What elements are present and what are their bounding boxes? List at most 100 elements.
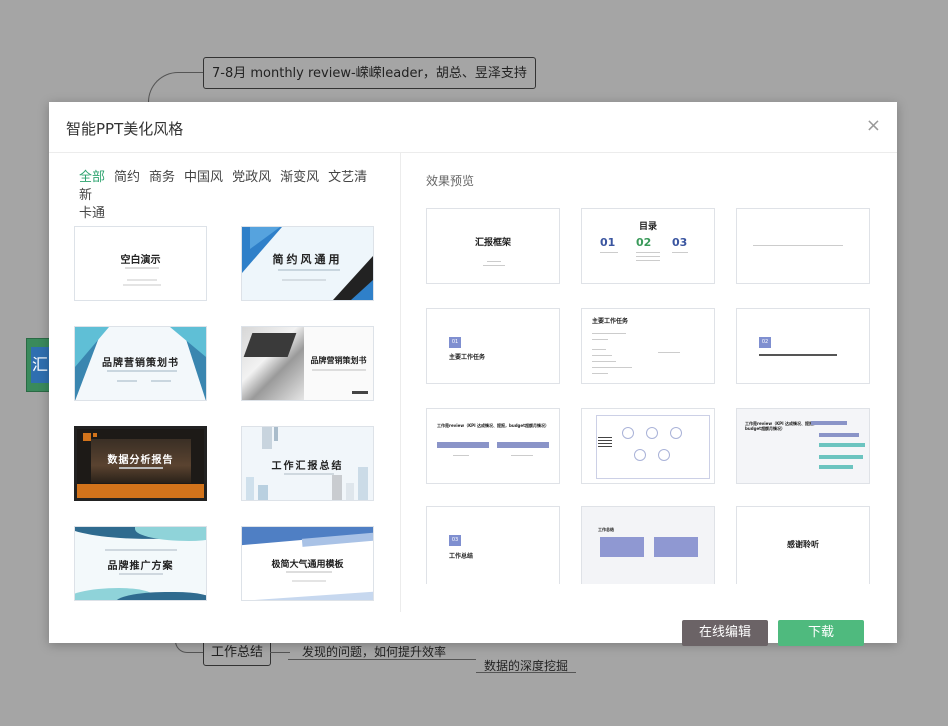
slide-title: 主要工作任务 — [592, 318, 629, 325]
category-tabs: 全部 简约 商务 中国风 党政风 渐变风 文艺清新 卡通 — [79, 169, 379, 223]
template-title: 简约风通用 — [272, 253, 343, 266]
slide-bar — [497, 442, 549, 448]
slide-meta-line — [487, 261, 501, 262]
template-title: 极简大气通用模板 — [271, 560, 344, 570]
tab-party-government[interactable]: 党政风 — [232, 170, 271, 185]
slide-text-line — [636, 252, 660, 253]
slide-title: 工作是review（KPI 达成情况、提报，budget超额月情况） — [437, 423, 550, 428]
template-meta-line — [282, 279, 326, 281]
slide-number-badge: 02 — [759, 337, 771, 348]
slide-number-badge: 01 — [449, 337, 461, 348]
template-minimalist-general[interactable]: 极简大气通用模板 — [241, 526, 374, 601]
slide-number-badge: 03 — [449, 535, 461, 546]
tab-all[interactable]: 全部 — [79, 170, 105, 185]
slide-text-line — [600, 252, 618, 253]
slide-text-line — [759, 354, 837, 356]
template-title: 数据分析报告 — [107, 455, 174, 466]
slide-circle — [634, 449, 646, 461]
slide-text-line — [511, 455, 533, 456]
mindmap-node-top[interactable]: 7-8月 monthly review-嵘嵘leader，胡总、昱泽支持 — [203, 57, 536, 89]
edit-online-button[interactable]: 在线编辑 — [682, 620, 768, 646]
template-deco-bar — [258, 485, 268, 500]
template-meta-line — [119, 573, 163, 575]
mindmap-node-left-inner: 汇 — [31, 347, 49, 383]
slide-title: 主要工作任务 — [449, 354, 486, 361]
dialog-panel-divider — [400, 152, 401, 612]
slide-title: 汇报框架 — [474, 238, 511, 248]
tab-gradient[interactable]: 渐变风 — [280, 170, 319, 185]
template-meta-line — [292, 580, 326, 582]
slide-bar — [437, 442, 489, 448]
slide-text-line — [753, 245, 843, 246]
template-work-report[interactable]: 工作汇报总结 — [241, 426, 374, 501]
tab-business[interactable]: 商务 — [149, 170, 175, 185]
slide-text-line — [672, 252, 688, 253]
preview-slide-6: 02 — [736, 308, 870, 384]
template-deco-bar — [332, 475, 342, 500]
slide-timeline-bar — [819, 433, 859, 437]
template-brand-marketing-photo[interactable]: 品牌营销策划书 — [241, 326, 374, 401]
template-deco-square — [83, 433, 91, 441]
preview-slide-10: 03 工作总结 — [426, 506, 560, 584]
slide-text-line — [592, 339, 608, 340]
template-subtitle-line — [278, 269, 340, 271]
template-brand-marketing-teal[interactable]: 品牌营销策划书 — [74, 326, 207, 401]
mindmap-node-left[interactable]: 汇 — [26, 338, 50, 392]
close-icon[interactable]: × — [866, 116, 881, 136]
template-photo-laptop — [243, 333, 297, 357]
template-deco-triangle — [250, 227, 280, 249]
template-deco-bar — [274, 427, 278, 441]
template-subtitle-line — [286, 571, 332, 573]
slide-text-line — [592, 373, 608, 374]
tab-chinese-style[interactable]: 中国风 — [184, 170, 223, 185]
slide-timeline-bar — [819, 465, 853, 469]
slide-title: 工作总结 — [449, 553, 474, 560]
template-deco-square — [93, 433, 97, 437]
mindmap-branch-problems[interactable]: 发现的问题，如何提升效率 — [302, 643, 446, 660]
tab-simple[interactable]: 简约 — [114, 170, 140, 185]
slide-frame — [596, 415, 710, 479]
slide-number: 02 — [636, 236, 652, 249]
tab-cartoon[interactable]: 卡通 — [79, 206, 105, 221]
dialog-header-divider — [49, 152, 897, 153]
template-subtitle-line — [107, 370, 177, 372]
preview-slide-8 — [581, 408, 715, 484]
slide-timeline-bar — [819, 455, 863, 459]
slide-card — [600, 537, 644, 557]
template-blank[interactable]: 空白演示 — [74, 226, 207, 301]
preview-slide-3 — [736, 208, 870, 284]
template-subtitle-line — [312, 369, 366, 371]
preview-slide-4: 01 主要工作任务 — [426, 308, 560, 384]
template-deco-shape — [170, 327, 206, 357]
slide-text-line — [636, 260, 660, 261]
template-deco-bar — [262, 427, 272, 449]
slide-title: 工作总结 — [598, 527, 614, 532]
slide-circle — [658, 449, 670, 461]
template-footer-band — [77, 484, 204, 498]
template-title: 品牌推广方案 — [107, 561, 174, 572]
template-meta-line — [117, 380, 137, 382]
template-data-analysis[interactable]: 数据分析报告 — [74, 426, 207, 501]
slide-circle — [670, 427, 682, 439]
template-deco-band — [242, 590, 373, 600]
download-button[interactable]: 下载 — [778, 620, 864, 646]
template-deco-bar — [358, 467, 368, 500]
mindmap-underline-2 — [476, 672, 576, 673]
template-simple-general[interactable]: 简约风通用 — [241, 226, 374, 301]
mindmap-connector-top — [148, 72, 204, 105]
slide-number: 01 — [600, 236, 616, 249]
slide-timeline-bar — [819, 443, 865, 447]
template-subtitle-line — [105, 549, 177, 551]
preview-slide-9: 工作是review（KPI 达成情况、提报，budget超额月情况） — [736, 408, 870, 484]
template-brand-promotion[interactable]: 品牌推广方案 — [74, 526, 207, 601]
slide-text-line — [592, 349, 606, 350]
slide-text-line — [592, 333, 626, 334]
ppt-style-dialog: 智能PPT美化风格 × 全部 简约 商务 中国风 党政风 渐变风 文艺清新 卡通 空白演示 简… — [49, 102, 897, 646]
slide-text-line — [636, 256, 660, 257]
preview-slide-12: 感谢聆听 — [736, 506, 870, 584]
template-meta-line — [352, 391, 368, 394]
template-title: 工作汇报总结 — [271, 461, 344, 472]
mindmap-connector-branch — [270, 652, 290, 659]
slide-number: 03 — [672, 236, 688, 249]
template-deco-bar — [246, 477, 254, 500]
